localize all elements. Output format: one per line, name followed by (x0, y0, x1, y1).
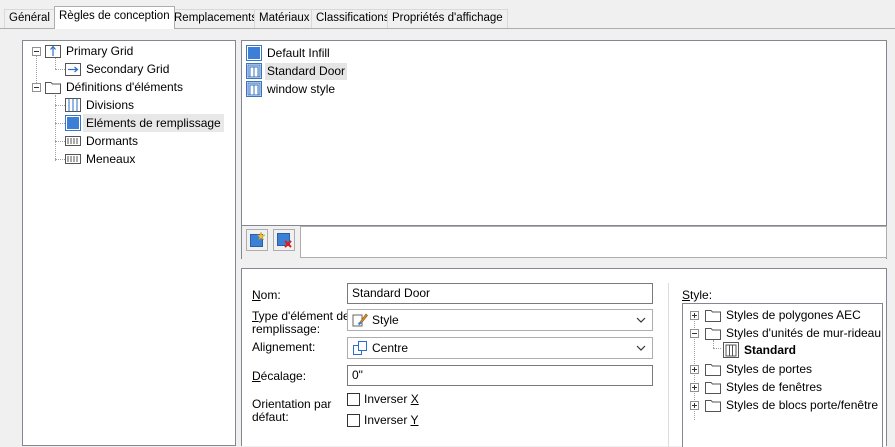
offset-input[interactable]: 0" (347, 365, 653, 386)
tab-bar: Général Règles de conception Remplacemen… (0, 0, 895, 29)
infill-properties: Nom: Standard Door Type d'élément de remp… (241, 268, 887, 447)
flip-y-label: Inverser Y (364, 413, 419, 427)
tree-connector (713, 340, 714, 348)
tree-connector (55, 141, 65, 142)
infill-type-value: Style (372, 313, 399, 327)
tree-item-label: Primary Grid (66, 44, 134, 58)
tree-item-label: Styles de portes (726, 362, 813, 376)
tree-item-label: Divisions (86, 98, 135, 112)
style-tree: Styles de polygones AEC Styles d'unités … (682, 303, 883, 447)
flip-y-checkbox[interactable] (347, 414, 360, 427)
infill-list: Default Infill Standard Door window styl… (241, 40, 887, 226)
tree-item-label: Dormants (86, 134, 139, 148)
infill-icon (65, 115, 81, 131)
alignment-value: Centre (372, 341, 409, 355)
door-style-icon (246, 63, 262, 79)
folder-icon (705, 364, 721, 376)
tree-item-definitions[interactable]: Définitions d'éléments (63, 78, 186, 96)
collapse-toggle[interactable] (32, 83, 41, 92)
tree-item-label: Eléments de remplissage (83, 114, 224, 132)
style-tree-item-windows[interactable]: Styles de fenêtres (723, 378, 825, 396)
tab-classifications[interactable]: Classifications (311, 9, 395, 28)
name-input[interactable]: Standard Door (347, 283, 653, 304)
collapse-toggle[interactable] (690, 329, 699, 338)
list-item-label: Default Infill (267, 46, 330, 60)
style-tree-item-polygons[interactable]: Styles de polygones AEC (723, 306, 864, 324)
panel-separator (668, 283, 669, 447)
style-tree-item-standard[interactable]: Standard (741, 341, 799, 359)
tree-item-label: Styles de polygones AEC (726, 308, 861, 322)
tree-connector (55, 159, 65, 160)
new-infill-button[interactable] (246, 229, 268, 251)
collapse-toggle[interactable] (32, 47, 41, 56)
tree-item-label: Styles de blocs porte/fenêtre (726, 398, 879, 412)
tree-item-label: Styles de fenêtres (726, 380, 823, 394)
chevron-down-icon (636, 345, 646, 351)
tree-item-frames[interactable]: Dormants (83, 132, 141, 150)
door-style-icon (246, 81, 262, 97)
tab-general[interactable]: Général (4, 9, 55, 28)
tree-item-divisions[interactable]: Divisions (83, 96, 137, 114)
expand-toggle[interactable] (690, 383, 699, 392)
style-tree-item-doors[interactable]: Styles de portes (723, 360, 815, 378)
delete-infill-icon (277, 233, 292, 248)
style-tree-item-door-window[interactable]: Styles de blocs porte/fenêtre (723, 396, 881, 414)
tree-item-label: Standard (744, 343, 797, 357)
orientation-label: Orientation par défaut: (252, 397, 332, 424)
tree-connector (55, 69, 65, 70)
design-rules-tree: Primary Grid Secondary Grid Définitions … (22, 40, 236, 446)
frames-icon (65, 136, 81, 146)
style-tree-item-curtain-units[interactable]: Styles d'unités de mur-rideau (723, 324, 884, 342)
folder-open-icon (705, 328, 721, 340)
mullions-icon (65, 154, 81, 164)
alignment-label: Alignement: (252, 340, 316, 354)
tab-display-properties[interactable]: Propriétés d'affichage (387, 9, 508, 28)
delete-infill-button[interactable] (273, 229, 295, 251)
offset-label: Décalage: (252, 369, 307, 383)
tab-overrides[interactable]: Remplacements (169, 9, 263, 28)
secondary-grid-icon (65, 63, 81, 76)
list-item-label: window style (267, 82, 336, 96)
divisions-icon (65, 98, 81, 112)
expand-toggle[interactable] (690, 401, 699, 410)
tree-connector (55, 105, 65, 106)
style-label: Style: (682, 288, 713, 302)
style-brush-icon (352, 313, 368, 327)
expand-toggle[interactable] (690, 311, 699, 320)
folder-icon (705, 400, 721, 412)
list-item-label: Standard Door (265, 63, 348, 80)
expand-toggle[interactable] (690, 365, 699, 374)
tree-item-secondary-grid[interactable]: Secondary Grid (83, 60, 172, 78)
alignment-select[interactable]: Centre (347, 337, 653, 359)
tab-materials[interactable]: Matériaux (254, 9, 315, 28)
name-label: Nom: (252, 288, 281, 302)
folder-icon (705, 310, 721, 322)
chevron-down-icon (636, 317, 646, 323)
infill-type-select[interactable]: Style (347, 309, 653, 331)
infill-type-label: Type d'élément de remplissage: (252, 309, 350, 336)
tab-design-rules[interactable]: Règles de conception (54, 6, 175, 29)
flip-x-label: Inverser X (364, 392, 419, 406)
tree-item-primary-grid[interactable]: Primary Grid (63, 42, 136, 60)
toolbar-spacer (300, 226, 887, 258)
curtain-unit-style-icon (723, 342, 739, 358)
tree-connector (713, 348, 721, 349)
folder-icon (705, 382, 721, 394)
tree-item-label: Secondary Grid (86, 62, 170, 76)
tree-item-label: Styles d'unités de mur-rideau (726, 326, 882, 340)
tree-connector (55, 123, 65, 124)
infill-icon (246, 45, 262, 61)
flip-x-checkbox[interactable] (347, 393, 360, 406)
tree-item-label: Définitions d'éléments (66, 80, 184, 94)
tree-item-label: Meneaux (86, 152, 136, 166)
list-toolbar (241, 226, 887, 259)
new-infill-icon (250, 232, 265, 247)
folder-icon (45, 82, 61, 94)
tree-item-infill[interactable]: Eléments de remplissage (83, 114, 224, 132)
primary-grid-icon (45, 45, 61, 58)
align-center-icon (353, 341, 367, 355)
tree-item-mullions[interactable]: Meneaux (83, 150, 138, 168)
